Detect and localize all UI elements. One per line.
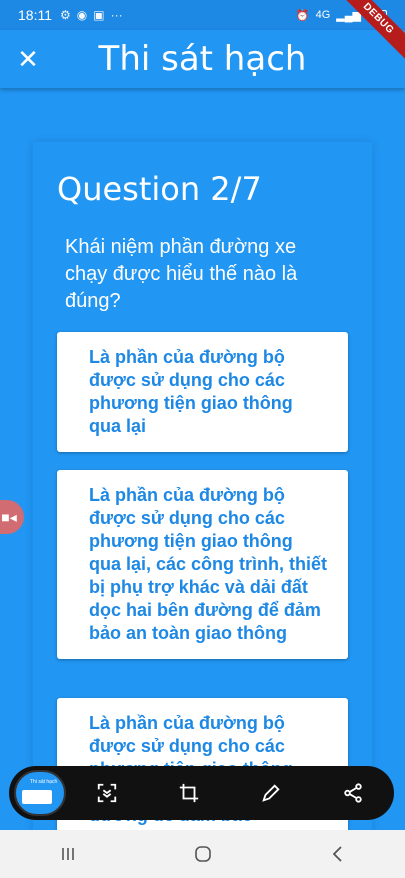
close-button[interactable]: ✕	[0, 30, 56, 88]
app-bar: ✕ Thi sát hạch	[0, 30, 405, 88]
scroll-capture-icon	[97, 783, 117, 803]
recent-apps-button[interactable]	[38, 834, 98, 874]
quiz-card: Question 2/7 Khái niệm phần đường xe chạ…	[33, 142, 372, 868]
pen-icon	[262, 784, 280, 802]
scroll-capture-button[interactable]	[66, 782, 148, 804]
draw-button[interactable]	[230, 782, 312, 804]
question-text: Khái niệm phần đường xe chạy được hiểu t…	[65, 236, 298, 312]
recent-apps-icon	[61, 848, 74, 860]
answer-option[interactable]: Là phần của đường bộ được sử dụng cho cá…	[57, 470, 348, 659]
status-time: 18:11	[18, 7, 52, 23]
home-icon	[194, 846, 211, 862]
close-icon: ✕	[17, 43, 39, 74]
crop-button[interactable]	[148, 782, 230, 804]
thumbnail-preview	[22, 790, 52, 804]
share-icon	[344, 783, 362, 803]
screenshot-thumbnail[interactable]: Thi sát hạch	[14, 770, 66, 816]
system-nav-bar	[0, 830, 405, 878]
thumbnail-title: Thi sát hạch	[30, 779, 58, 785]
back-icon	[332, 846, 342, 862]
messenger-icon: ◉	[76, 8, 88, 22]
network-label: 4G	[315, 9, 331, 21]
status-bar: 18:11 ⚙ ◉ ▣ ··· ⏰ 4G ▂▄▆	[0, 0, 405, 30]
alarm-icon: ⏰	[295, 9, 310, 22]
question-heading: Question 2/7	[57, 170, 262, 208]
answer-option[interactable]: Là phần của đường bộ được sử dụng cho cá…	[57, 332, 348, 452]
share-button[interactable]	[312, 782, 394, 804]
back-button[interactable]	[308, 834, 368, 874]
image-icon: ▣	[93, 8, 105, 22]
crop-icon	[179, 783, 199, 803]
gear-sim-icon: ⚙	[60, 8, 71, 22]
camera-floating-button[interactable]: ■◂	[0, 500, 24, 534]
more-dots-icon: ···	[110, 8, 123, 22]
page-title: Thi sát hạch	[98, 39, 307, 79]
home-button[interactable]	[173, 834, 233, 874]
video-camera-icon: ■◂	[1, 508, 17, 525]
screenshot-toolbar: Thi sát hạch	[9, 766, 394, 820]
